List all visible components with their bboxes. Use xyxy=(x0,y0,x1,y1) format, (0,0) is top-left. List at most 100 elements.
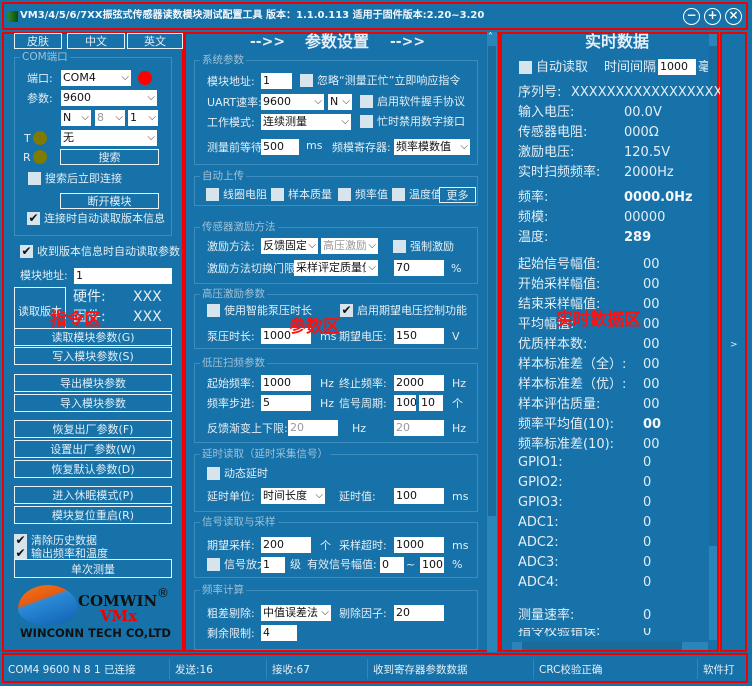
remain-limit-input[interactable]: 4 xyxy=(261,625,297,641)
port-select[interactable]: COM4 ⌵ xyxy=(61,70,131,86)
expect-voltage-checkbox[interactable]: ✔ xyxy=(340,304,353,317)
write-params-button[interactable]: 写入模块参数(S) xyxy=(14,347,172,365)
work-mode-select[interactable]: 连续测量 ⌵ xyxy=(261,114,351,130)
delay-unit-select[interactable]: 时间长度 ⌵ xyxy=(261,488,325,504)
module-address-input[interactable]: 1 xyxy=(74,268,172,284)
connect-after-search-checkbox[interactable] xyxy=(28,172,41,185)
chevron-down-icon: ⌵ xyxy=(121,72,129,83)
data-value: 00 xyxy=(643,297,660,312)
valid-min-input[interactable]: 0 xyxy=(380,557,404,573)
uart-parity-select[interactable]: N ⌵ xyxy=(328,94,352,110)
excitation-method-select[interactable]: 反馈固定 ⌵ xyxy=(261,238,318,254)
english-button[interactable]: 英文 xyxy=(127,33,183,49)
module-address-input[interactable]: 1 xyxy=(261,73,292,89)
restore-default-button[interactable]: 恢复默认参数(D) xyxy=(14,460,172,478)
parameter-scrollbar[interactable]: ˄ xyxy=(487,32,497,652)
freq-step-input[interactable]: 5 xyxy=(261,395,311,411)
parity-select[interactable]: N ⌵ xyxy=(61,110,91,126)
more-button[interactable]: 更多 xyxy=(439,187,476,203)
scroll-up-icon[interactable]: ˄ xyxy=(488,32,496,44)
timeout-unit: ms xyxy=(452,539,469,552)
threshold-input[interactable]: 70 xyxy=(394,260,444,276)
stopbits-select[interactable]: 1 ⌵ xyxy=(128,110,158,126)
import-params-button[interactable]: 导入模块参数 xyxy=(14,394,172,412)
ignore-busy-checkbox[interactable] xyxy=(300,74,313,87)
disconnect-button[interactable]: 断开模块 xyxy=(60,193,159,209)
minimize-button[interactable]: − xyxy=(683,8,700,25)
start-freq-input[interactable]: 1000 xyxy=(261,375,311,391)
soft-handshake-checkbox[interactable] xyxy=(360,95,373,108)
single-measure-button[interactable]: 单次测量 xyxy=(14,559,172,578)
switch-mode-select[interactable]: 采样评定质量值 ⌵ xyxy=(294,260,378,276)
expand-arrow-icon[interactable]: > xyxy=(730,338,738,352)
realtime-scrollbar[interactable] xyxy=(709,34,717,640)
flow-select[interactable]: 无 ⌵ xyxy=(61,130,157,146)
status-separator xyxy=(533,659,534,679)
end-freq-input[interactable]: 2000 xyxy=(394,375,444,391)
select-value: 高压激励 xyxy=(323,239,366,252)
removal-factor-input[interactable]: 20 xyxy=(394,605,444,621)
header-arrow-right: -->> xyxy=(390,34,426,50)
search-button[interactable]: 搜索 xyxy=(60,149,159,165)
logo-icon xyxy=(18,585,78,625)
busy-disable-checkbox[interactable] xyxy=(360,115,373,128)
freq-register-select[interactable]: 频率模数值 ⌵ xyxy=(394,139,470,155)
read-params-button[interactable]: 读取模块参数(G) xyxy=(14,328,172,346)
data-label: 起始信号幅值: xyxy=(518,257,601,272)
force-excite-checkbox-label: 强制激励 xyxy=(410,240,454,253)
signal-period-input-1[interactable]: 100 xyxy=(394,395,416,411)
data-label: 激励电压: xyxy=(518,145,575,160)
coarse-removal-select[interactable]: 中值误差法 ⌵ xyxy=(261,605,331,621)
valid-max-input[interactable]: 100 xyxy=(420,557,444,573)
wait-input[interactable]: 500 xyxy=(261,139,299,155)
sleep-mode-button[interactable]: 进入休眠模式(P) xyxy=(14,486,172,504)
reset-module-button[interactable]: 模块复位重启(R) xyxy=(14,506,172,524)
scrollbar-thumb[interactable] xyxy=(488,46,496,516)
feedback-low-input[interactable]: 20 xyxy=(288,420,338,436)
pump-duration-label: 泵压时长: xyxy=(207,330,255,343)
delay-value-input[interactable]: 100 xyxy=(394,488,444,504)
signal-period-input-2[interactable]: 10 xyxy=(419,395,443,411)
realtime-hscrollbar[interactable] xyxy=(512,642,708,650)
realtime-title: 实时数据 xyxy=(585,32,650,51)
signal-amp-checkbox[interactable] xyxy=(207,558,220,571)
dynamic-delay-checkbox[interactable] xyxy=(207,467,220,480)
port-status-led xyxy=(138,71,152,85)
baud-select[interactable]: 9600 ⌵ xyxy=(61,90,157,106)
sample-timeout-input[interactable]: 1000 xyxy=(394,537,444,553)
databits-select[interactable]: 8 ⌵ xyxy=(95,110,125,126)
auto-read-params-checkbox[interactable]: ✔ xyxy=(20,245,33,258)
excitation-method2-select[interactable]: 高压激励 ⌵ xyxy=(321,238,378,254)
signal-amp-input[interactable]: 1 xyxy=(261,557,285,573)
expect-voltage-input[interactable]: 150 xyxy=(394,328,444,344)
crc-error-label: 指令校验错误: xyxy=(518,628,601,639)
restore-factory-button[interactable]: 恢复出厂参数(F) xyxy=(14,420,172,438)
upload-checkbox-1[interactable] xyxy=(271,188,284,201)
smart-pump-checkbox[interactable] xyxy=(207,304,220,317)
maximize-button[interactable]: + xyxy=(704,8,721,25)
feedback-high-input[interactable]: 20 xyxy=(394,420,444,436)
expect-sample-label: 期望采样: xyxy=(207,539,255,552)
interval-input[interactable]: 1000 xyxy=(658,59,696,75)
data-label: 开始采样幅值: xyxy=(518,277,601,292)
close-button[interactable]: × xyxy=(725,8,742,25)
auto-read-checkbox[interactable] xyxy=(519,61,532,74)
export-params-button[interactable]: 导出模块参数 xyxy=(14,374,172,392)
data-value: 00.0V xyxy=(624,105,662,120)
upload-checkbox-3[interactable] xyxy=(392,188,405,201)
upload-checkbox-0[interactable] xyxy=(206,188,219,201)
data-label: ADC3: xyxy=(518,555,559,570)
data-label: ADC1: xyxy=(518,515,559,530)
set-factory-button[interactable]: 设置出厂参数(W) xyxy=(14,440,172,458)
scrollbar-thumb[interactable] xyxy=(709,46,717,546)
expect-sample-input[interactable]: 200 xyxy=(261,537,311,553)
hscrollbar-thumb[interactable] xyxy=(522,642,682,650)
skin-button[interactable]: 皮肤 xyxy=(14,33,62,49)
end-freq-unit: Hz xyxy=(452,377,467,390)
auto-read-version-checkbox[interactable]: ✔ xyxy=(27,212,40,225)
uart-rate-select[interactable]: 9600 ⌵ xyxy=(261,94,324,110)
force-excite-checkbox[interactable] xyxy=(393,240,406,253)
data-value: 00 xyxy=(643,317,660,332)
upload-checkbox-2[interactable] xyxy=(338,188,351,201)
chinese-button[interactable]: 中文 xyxy=(67,33,125,49)
